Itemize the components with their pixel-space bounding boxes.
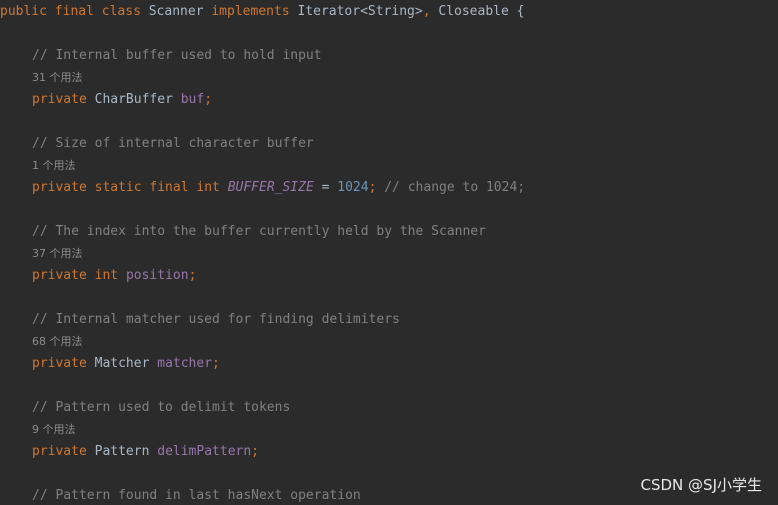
semicolon: ; xyxy=(251,444,259,459)
field-type[interactable]: Matcher xyxy=(95,356,150,371)
modifier: private static final xyxy=(32,180,189,195)
csdn-watermark: CSDN @SJ小学生 xyxy=(640,476,762,494)
usages-hint[interactable]: 9 个用法 xyxy=(32,422,76,438)
modifier: private xyxy=(32,268,87,283)
semicolon: ; xyxy=(212,356,220,371)
comment-line: // Internal matcher used for finding del… xyxy=(32,312,400,327)
field-declaration-delim-pattern[interactable]: private Pattern delimPattern; xyxy=(32,442,259,462)
modifier: private xyxy=(32,92,87,107)
field-name[interactable]: buf xyxy=(181,92,204,107)
keyword-public: public xyxy=(0,4,47,19)
field-declaration-matcher[interactable]: private Matcher matcher; xyxy=(32,354,220,374)
modifier: private xyxy=(32,356,87,371)
field-name[interactable]: BUFFER_SIZE xyxy=(228,180,314,195)
interface-iterator[interactable]: Iterator<String> xyxy=(297,4,422,19)
field-type: int xyxy=(94,268,119,283)
field-type: int xyxy=(196,180,220,195)
field-declaration-buffer-size[interactable]: private static final int BUFFER_SIZE = 1… xyxy=(32,178,525,198)
keyword-class: class xyxy=(101,4,141,19)
field-type[interactable]: CharBuffer xyxy=(95,92,173,107)
number-literal: 1024 xyxy=(337,180,369,195)
field-declaration-buf[interactable]: private CharBuffer buf; xyxy=(32,90,212,110)
comma: , xyxy=(422,4,431,19)
equals-operator: = xyxy=(321,180,330,195)
comment-line: // Pattern used to delimit tokens xyxy=(32,400,291,415)
trailing-comment: // change to 1024; xyxy=(384,180,526,195)
usages-hint[interactable]: 31 个用法 xyxy=(32,70,83,86)
class-name[interactable]: Scanner xyxy=(149,4,204,19)
comment-line: // Pattern found in last hasNext operati… xyxy=(32,488,361,503)
keyword-final: final xyxy=(54,4,94,19)
field-declaration-position[interactable]: private int position; xyxy=(32,266,196,286)
class-declaration-line[interactable]: public final class Scanner implements It… xyxy=(0,2,524,22)
keyword-implements: implements xyxy=(211,4,290,19)
field-name[interactable]: delimPattern xyxy=(157,444,251,459)
comment-line: // Size of internal character buffer xyxy=(32,136,314,151)
semicolon: ; xyxy=(204,92,213,107)
field-name[interactable]: matcher xyxy=(157,356,212,371)
modifier: private xyxy=(32,444,87,459)
semicolon: ; xyxy=(368,180,377,195)
field-type[interactable]: Pattern xyxy=(95,444,150,459)
semicolon: ; xyxy=(188,268,197,283)
code-editor[interactable]: public final class Scanner implements It… xyxy=(0,0,778,505)
comment-line: // Internal buffer used to hold input xyxy=(32,48,322,63)
interface-closeable[interactable]: Closeable xyxy=(438,4,508,19)
open-brace: { xyxy=(516,4,525,19)
field-name[interactable]: position xyxy=(126,268,189,283)
usages-hint[interactable]: 1 个用法 xyxy=(32,158,76,174)
usages-hint[interactable]: 37 个用法 xyxy=(32,246,83,262)
comment-line: // The index into the buffer currently h… xyxy=(32,224,486,239)
usages-hint[interactable]: 68 个用法 xyxy=(32,334,83,350)
